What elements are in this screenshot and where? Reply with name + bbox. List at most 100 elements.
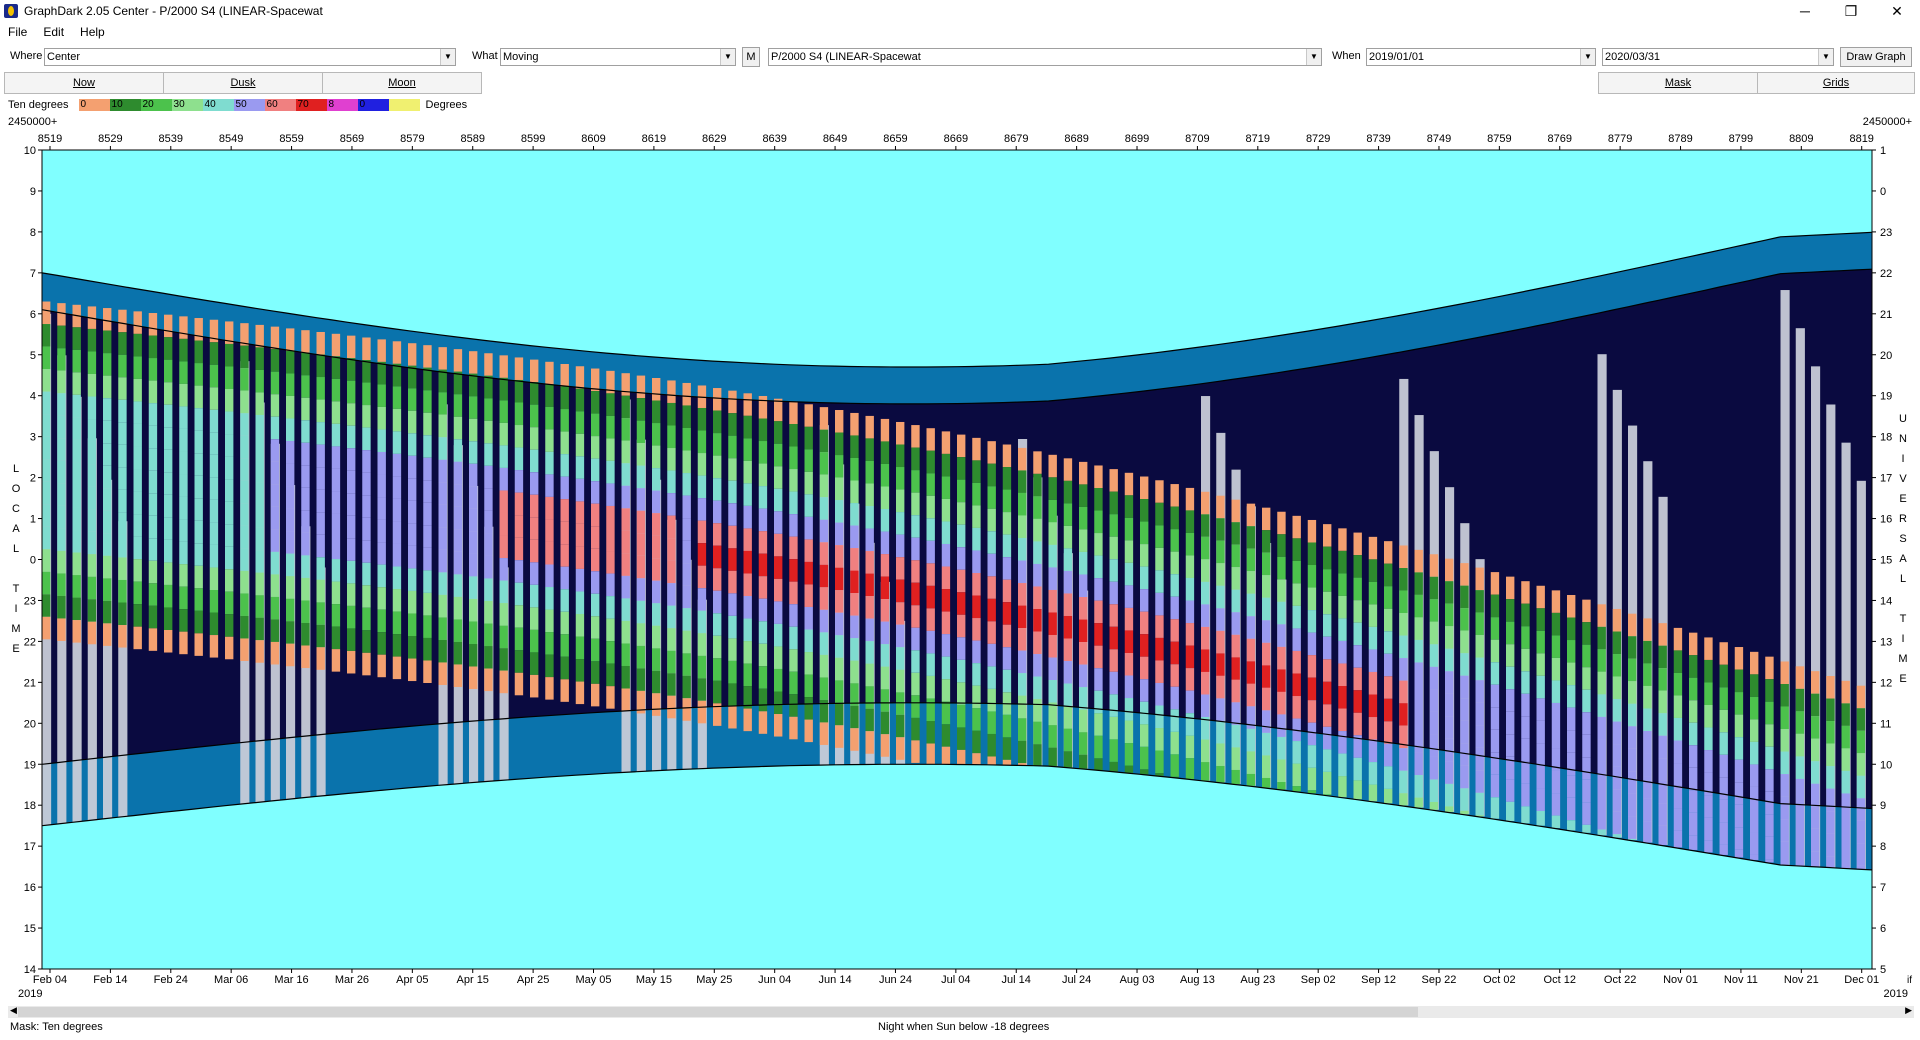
now-button[interactable]: Now: [4, 72, 164, 94]
legend-swatch: 8: [326, 99, 358, 111]
left-hour-label: 16: [24, 882, 36, 894]
minimize-button[interactable]: ─: [1782, 0, 1828, 22]
right-hour-label: 11: [1880, 718, 1891, 730]
right-hour-label: 7: [1880, 882, 1886, 894]
jd-tick-label: 8719: [1246, 133, 1270, 145]
horizontal-scrollbar[interactable]: ◀ ▶: [8, 1005, 1914, 1018]
end-date-select[interactable]: 2020/03/31 ▼: [1602, 48, 1834, 66]
status-night: Night when Sun below -18 degrees: [878, 1021, 1050, 1033]
jd-tick-label: 8549: [219, 133, 243, 145]
mask-button[interactable]: Mask: [1598, 72, 1758, 94]
close-button[interactable]: ✕: [1874, 0, 1920, 22]
right-axis-title-letter: T: [1900, 613, 1907, 625]
jd-tick-label: 8639: [762, 133, 786, 145]
right-axis-title-letter: A: [1899, 553, 1907, 565]
legend-swatch: 0: [78, 99, 110, 111]
right-hour-label: 22: [1880, 268, 1892, 280]
object-select[interactable]: P/2000 S4 (LINEAR-Spacewat ▼: [768, 48, 1322, 66]
dusk-button[interactable]: Dusk: [163, 72, 323, 94]
jd-tick-label: 8779: [1608, 133, 1632, 145]
right-axis-title-letter: S: [1899, 533, 1906, 545]
when-label: When: [1332, 50, 1361, 62]
chevron-down-icon[interactable]: ▼: [1818, 49, 1833, 65]
right-axis-title-letter: U: [1899, 413, 1907, 425]
jd-tick-label: 8569: [340, 133, 364, 145]
date-tick-label: Mar 06: [214, 974, 248, 986]
left-hour-label: 4: [30, 391, 36, 403]
date-tick-label: Nov 01: [1663, 974, 1698, 986]
date-tick-label: Apr 05: [396, 974, 428, 986]
left-axis-title-letter: M: [11, 623, 20, 635]
jd-tick-label: 8589: [460, 133, 484, 145]
left-hour-label: 14: [24, 964, 36, 976]
date-tick-label: Jul 14: [1002, 974, 1031, 986]
date-tick-label: Nov 11: [1724, 974, 1758, 986]
end-date-value: 2020/03/31: [1605, 51, 1661, 63]
right-hour-label: 0: [1880, 186, 1886, 198]
left-hour-label: 18: [24, 800, 36, 812]
draw-graph-button[interactable]: Draw Graph: [1840, 47, 1912, 67]
left-axis-title-letter: E: [12, 643, 19, 655]
right-hour-label: 12: [1880, 677, 1892, 689]
right-axis-title-letter: V: [1899, 473, 1907, 485]
left-hour-label: 20: [24, 718, 36, 730]
visibility-graph[interactable]: 2450000+ 2450000+8519 8529 8539 8549 8559 8569…: [0, 112, 1920, 1012]
scroll-left-icon[interactable]: ◀: [10, 1005, 17, 1016]
right-hour-label: 19: [1880, 391, 1892, 403]
m-button[interactable]: M: [742, 47, 760, 67]
where-select[interactable]: Center ▼: [44, 48, 456, 66]
chevron-down-icon[interactable]: ▼: [440, 49, 455, 65]
scroll-right-icon[interactable]: ▶: [1905, 1005, 1912, 1016]
right-hour-label: 10: [1880, 759, 1892, 771]
date-tick-label: May 15: [636, 974, 672, 986]
start-date-select[interactable]: 2019/01/01 ▼: [1366, 48, 1596, 66]
right-hour-label: 18: [1880, 432, 1892, 444]
right-hour-label: 16: [1880, 514, 1892, 526]
right-axis-title-letter: E: [1899, 673, 1906, 685]
jd-tick-label: 8519: [38, 133, 62, 145]
right-axis-title-letter: L: [1900, 573, 1906, 585]
menu-file[interactable]: File: [0, 25, 35, 39]
date-tick-label: Sep 22: [1422, 974, 1457, 986]
left-hour-label: 19: [24, 759, 36, 771]
where-value: Center: [47, 51, 81, 63]
left-hour-label: 9: [30, 186, 36, 198]
title-bar: GraphDark 2.05 Center - P/2000 S4 (LINEA…: [0, 0, 1920, 22]
legend-swatch: 30: [171, 99, 203, 111]
right-hour-label: 8: [1880, 841, 1886, 853]
chevron-down-icon[interactable]: ▼: [1580, 49, 1595, 65]
chevron-down-icon[interactable]: ▼: [720, 49, 735, 65]
scrollbar-thumb[interactable]: [18, 1007, 1418, 1017]
moon-button[interactable]: Moon: [322, 72, 482, 94]
jd-tick-label: 8769: [1548, 133, 1572, 145]
jd-tick-label: 8709: [1185, 133, 1209, 145]
legend: Ten degrees 0 10 20 30 40 50 60 70 8 0 Degrees: [8, 98, 467, 112]
date-tick-label: Feb 24: [154, 974, 188, 986]
right-hour-label: 6: [1880, 923, 1886, 935]
legend-swatches: 0 10 20 30 40 50 60 70 8 0: [78, 99, 420, 111]
left-hour-label: 3: [30, 432, 36, 444]
start-date-value: 2019/01/01: [1369, 51, 1425, 63]
jd-tick-label: 8689: [1064, 133, 1088, 145]
maximize-button[interactable]: ❐: [1828, 0, 1874, 22]
legend-swatch: 50: [233, 99, 265, 111]
legend-title: Ten degrees: [8, 99, 69, 111]
chevron-down-icon[interactable]: ▼: [1306, 49, 1321, 65]
grids-button[interactable]: Grids: [1757, 72, 1915, 94]
status-mask: Mask: Ten degrees: [10, 1021, 103, 1033]
jd-tick-label: 8669: [944, 133, 968, 145]
date-tick-label: Mar 16: [274, 974, 308, 986]
menu-help[interactable]: Help: [72, 25, 113, 39]
jd-tick-label: 8599: [521, 133, 545, 145]
date-tick-label: Dec 01: [1844, 974, 1879, 986]
date-tick-label: Oct 22: [1604, 974, 1636, 986]
date-tick-label: Jun 04: [758, 974, 791, 986]
status-bar: Mask: Ten degrees Night when Sun below -…: [0, 1018, 1920, 1038]
right-axis-title-letter: M: [1898, 653, 1907, 665]
what-select[interactable]: Moving ▼: [500, 48, 736, 66]
right-hour-label: 1: [1880, 145, 1886, 157]
right-hour-label: 17: [1880, 473, 1892, 485]
menu-edit[interactable]: Edit: [35, 25, 72, 39]
jd-tick-label: 8819: [1849, 133, 1873, 145]
left-hour-label: 2: [30, 473, 36, 485]
